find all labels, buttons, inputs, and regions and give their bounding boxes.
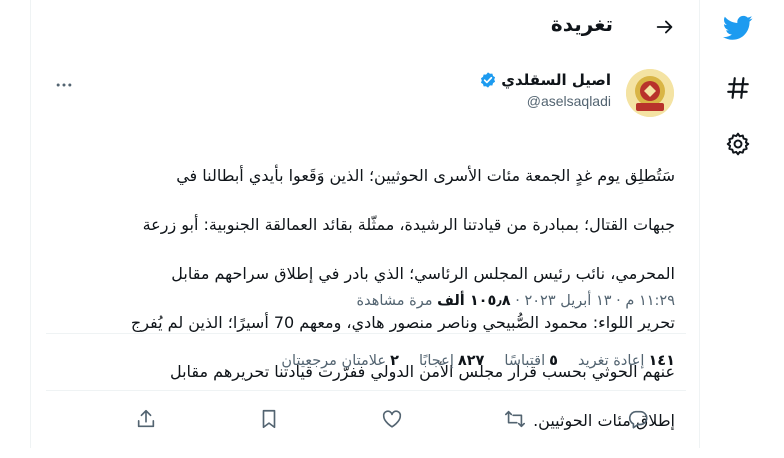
page-header: تغريدة [31,0,701,53]
retweet-icon[interactable] [504,408,526,430]
retweets-stat[interactable]: ١٤١إعادة تغريد [578,353,675,369]
meta-separator: · [611,293,621,309]
views-count: ١٠٥٫٨ ألف [437,293,511,309]
author-block: اصيل السقلدي @aselsaqladi [479,71,611,109]
tweet-date[interactable]: ١٣ أبريل ٢٠٢٣ [524,293,611,309]
views-label: مرة مشاهدة [356,293,433,309]
bookmark-icon[interactable] [258,408,280,430]
gear-icon[interactable] [722,128,754,160]
display-name[interactable]: اصيل السقلدي [501,71,611,89]
quotes-stat[interactable]: ٥اقتباسًا [504,353,558,369]
handle[interactable]: @aselsaqladi [479,93,611,109]
back-arrow-icon[interactable] [654,16,676,38]
divider [46,333,686,334]
tweet-meta: ١١:٢٩ م · ١٣ أبريل ٢٠٢٣ · ١٠٥٫٨ ألف مرة … [357,293,675,309]
main-column: تغريدة اصيل السقلدي @aselsaqladi سَتُطلِ… [30,0,700,448]
verified-badge-icon [479,71,497,89]
avatar-logo-icon [626,69,674,117]
action-bar [31,403,701,435]
tweet-text-line: جبهات القتال؛ بمبادرة من قيادتنا الرشيدة… [142,214,675,234]
tweet-time[interactable]: ١١:٢٩ م [625,293,675,309]
meta-separator: · [510,293,520,309]
twitter-bird-icon[interactable] [722,12,754,44]
likes-stat[interactable]: ٨٢٧إعجابًا [419,353,484,369]
divider [46,390,686,391]
tweet-text-line: سَتُطلِق يوم غدٍ الجمعة مئات الأسرى الحو… [176,165,675,185]
avatar[interactable] [626,69,674,117]
hashtag-icon[interactable] [722,72,754,104]
tweet-text-line: المحرمي، نائب رئيس المجلس الرئاسي؛ الذي … [171,263,675,283]
tweet-text-line: تحرير اللواء: محمود الصُّبيحي وناصر منصو… [130,312,675,332]
page-title: تغريدة [550,12,613,36]
more-options-icon[interactable] [54,75,74,95]
reply-icon[interactable] [627,408,649,430]
engagement-stats: ١٤١إعادة تغريد ٥اقتباسًا ٨٢٧إعجابًا ٢علا… [281,353,675,369]
share-icon[interactable] [135,408,157,430]
bookmarks-stat[interactable]: ٢علامتان مرجعيتان [281,353,399,369]
heart-icon[interactable] [381,408,403,430]
right-rail [700,0,784,448]
